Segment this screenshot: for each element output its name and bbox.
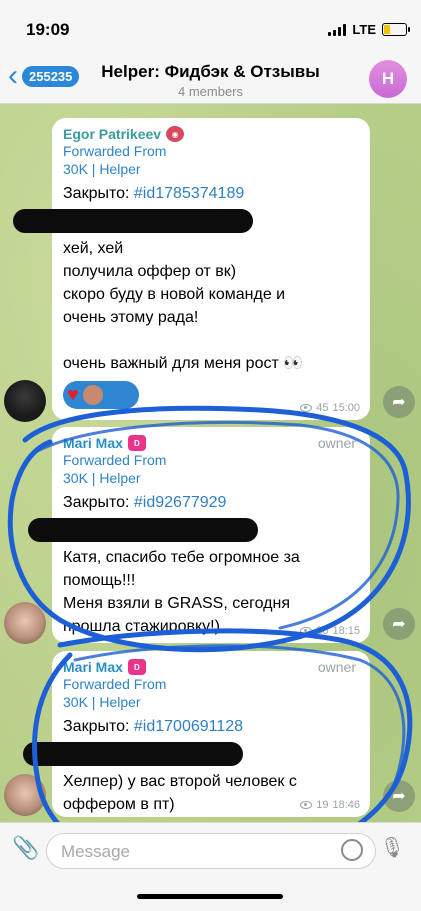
sender-name: Mari Max D xyxy=(63,659,359,675)
home-indicator xyxy=(137,894,283,899)
paperclip-icon[interactable]: 📎 xyxy=(12,835,39,861)
share-arrow-icon[interactable]: ➦ xyxy=(383,386,415,418)
message-line: Меня взяли в GRASS, сегодня xyxy=(63,595,291,612)
share-arrow-icon[interactable]: ➦ xyxy=(383,608,415,640)
message-line: получила оффер от вк) xyxy=(63,263,237,280)
redacted-block xyxy=(23,742,243,766)
signal-icon xyxy=(328,23,347,36)
message-bubble[interactable]: Mari Max D owner Forwarded From 30K | He… xyxy=(23,651,370,817)
microphone-icon[interactable]: 🎙 xyxy=(380,835,405,860)
sender-label: Mari Max xyxy=(63,435,123,451)
battery-icon xyxy=(382,23,410,36)
view-count: 36 xyxy=(316,625,329,637)
redacted-block xyxy=(13,209,253,233)
eye-icon xyxy=(300,627,313,635)
chat-subtitle: 4 members xyxy=(177,84,244,99)
ticket-hashtag[interactable]: #id1785374189 xyxy=(134,185,244,202)
network-label: LTE xyxy=(352,22,376,37)
role-badge: owner xyxy=(317,659,356,675)
message-closed-line: Закрыто: #id1785374189 xyxy=(63,182,359,205)
sender-emoji-icon: ◉ xyxy=(166,126,185,142)
message-line: очень важный для меня рост 👀 xyxy=(63,355,304,372)
sender-name: Mari Max D xyxy=(63,435,359,451)
sender-avatar[interactable] xyxy=(4,602,46,644)
closed-prefix: Закрыто: xyxy=(63,494,134,511)
message-line: скоро буду в новой команде и xyxy=(63,286,286,303)
message-bubble[interactable]: Egor Patrikeev ◉ Forwarded From 30K | He… xyxy=(13,118,370,420)
sender-emoji-icon: D xyxy=(127,659,146,675)
sticker-icon[interactable] xyxy=(341,839,363,861)
reactor-avatar xyxy=(80,383,105,407)
sender-emoji-icon: D xyxy=(127,435,146,451)
sender-avatar[interactable] xyxy=(4,380,46,422)
ticket-hashtag[interactable]: #id1700691128 xyxy=(134,718,243,735)
forwarded-label: Forwarded From xyxy=(63,452,167,468)
sender-label: Egor Patrikeev xyxy=(63,126,162,142)
forwarded-source[interactable]: 30K | Helper xyxy=(63,693,359,711)
sender-name: Egor Patrikeev ◉ xyxy=(63,126,359,142)
status-bar: 19:09 LTE xyxy=(0,0,421,52)
eye-icon xyxy=(300,404,313,412)
sender-label: Mari Max xyxy=(63,659,123,675)
closed-prefix: Закрыто: xyxy=(63,185,134,202)
role-badge: owner xyxy=(317,435,356,451)
message-line: хей, хей xyxy=(63,240,124,257)
chat-title[interactable]: Helper: Фидбэк & Отзывы xyxy=(0,62,421,82)
forwarded-source[interactable]: 30K | Helper xyxy=(63,469,359,487)
message-closed-line: Закрыто: #id92677929 xyxy=(63,491,359,514)
sender-avatar[interactable] xyxy=(4,774,46,816)
eye-icon xyxy=(300,801,313,809)
message-closed-line: Закрыто: #id1700691128 xyxy=(63,715,359,738)
message-input[interactable]: Message xyxy=(46,833,376,869)
closed-prefix: Закрыто: xyxy=(63,718,134,735)
chat-header: ‹ 255235 Helper: Фидбэк & Отзывы 4 membe… xyxy=(0,52,421,104)
heart-reaction-icon[interactable]: ♥ xyxy=(67,383,79,407)
chat-avatar[interactable]: H xyxy=(369,60,407,98)
redacted-block xyxy=(28,518,258,542)
message-line: помощь!!! xyxy=(63,572,136,589)
forwarded-label: Forwarded From xyxy=(63,143,167,159)
view-count: 19 xyxy=(316,799,329,811)
message-bubble[interactable]: Mari Max D owner Forwarded From 30K | He… xyxy=(28,427,370,643)
status-time: 19:09 xyxy=(26,20,70,39)
view-count: 45 xyxy=(316,402,329,414)
message-line: Катя, спасибо тебе огромное за xyxy=(63,549,300,566)
message-line: очень этому рада! xyxy=(63,309,199,326)
message-meta: 45 15:00 xyxy=(300,402,360,414)
reactions-bar[interactable]: ♥ xyxy=(63,381,139,409)
message-line: Хелпер) у вас второй человек с xyxy=(63,773,297,790)
message-time: 15:00 xyxy=(332,402,360,414)
message-time: 18:46 xyxy=(332,799,360,811)
message-meta: 36 18:15 xyxy=(300,625,360,637)
forwarded-source[interactable]: 30K | Helper xyxy=(63,160,359,178)
ticket-hashtag[interactable]: #id92677929 xyxy=(134,494,227,511)
forwarded-label: Forwarded From xyxy=(63,676,167,692)
message-meta: 19 18:46 xyxy=(300,799,360,811)
message-text: хей, хей получила оффер от вк) скоро буд… xyxy=(63,237,359,375)
status-indicators: LTE xyxy=(328,22,410,37)
share-arrow-icon[interactable]: ➦ xyxy=(383,780,415,812)
message-time: 18:15 xyxy=(332,625,360,637)
